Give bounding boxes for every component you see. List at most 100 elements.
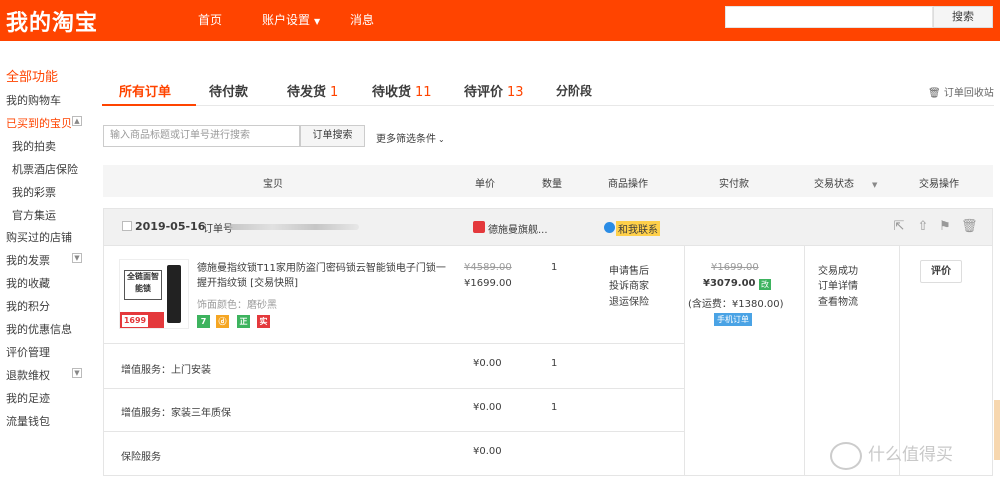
expand-icon[interactable]: ▼: [72, 368, 82, 378]
thumbnail-price: 1699: [122, 315, 148, 327]
apply-after-sale-link[interactable]: 申请售后: [609, 262, 649, 277]
row-divider: [104, 431, 684, 432]
view-logistics-link[interactable]: 查看物流: [818, 293, 858, 308]
delete-icon[interactable]: 🗑: [961, 219, 978, 235]
share-icon[interactable]: ⇱: [891, 219, 907, 235]
scrollbar[interactable]: [994, 400, 1000, 460]
unit-price: ¥1699.00: [464, 278, 512, 289]
shop-name-link[interactable]: 德施曼旗舰...: [488, 221, 548, 236]
service-price: ¥0.00: [473, 402, 502, 413]
more-filters-label: 更多筛选条件: [376, 134, 436, 145]
lock-image: [167, 265, 181, 323]
col-paid: 实付款: [719, 179, 749, 190]
sidebar-item-invoice[interactable]: 我的发票: [6, 252, 50, 268]
quantity: 1: [551, 262, 558, 273]
nav-account-settings[interactable]: 账户设置 ▼: [262, 11, 320, 28]
trash-icon: 🗑: [928, 88, 941, 99]
col-status[interactable]: 交易状态 ▼: [814, 175, 877, 190]
sidebar-title[interactable]: 全部功能: [6, 66, 58, 85]
expand-icon[interactable]: ▼: [72, 253, 82, 263]
upload-icon[interactable]: ⇧: [915, 219, 931, 235]
contact-seller-button[interactable]: 和我联系: [616, 221, 660, 236]
sidebar-item-bought[interactable]: 已买到的宝贝: [6, 115, 72, 131]
sidebar-item-coupons[interactable]: 我的优惠信息: [6, 321, 72, 337]
order-detail-link[interactable]: 订单详情: [818, 277, 858, 292]
product-thumbnail[interactable]: 全链面智能锁 1699: [119, 259, 189, 329]
seven-day-return-icon[interactable]: 7: [197, 315, 210, 328]
nav-home[interactable]: 首页: [198, 11, 222, 28]
caret-down-icon: ▼: [872, 181, 878, 189]
divider: [804, 246, 805, 475]
payment-total: ¥3079.00: [703, 278, 756, 289]
sidebar-item-reviews[interactable]: 评价管理: [6, 344, 50, 360]
logo[interactable]: 我的淘宝: [6, 5, 98, 37]
chevron-down-icon: ⌄: [438, 135, 445, 144]
tab-all-orders[interactable]: 所有订单: [102, 78, 196, 106]
tab-count: 11: [415, 85, 432, 100]
search-input[interactable]: [725, 6, 933, 28]
tab-label: 待付款: [209, 85, 249, 100]
chat-icon: [604, 222, 615, 233]
watermark-logo-icon: [830, 442, 862, 470]
order-header: 2019-05-16 订单号 德施曼旗舰... 和我联系 ⇱ ⇧ ⚑ 🗑: [104, 209, 992, 246]
sidebar-item-data-wallet[interactable]: 流量钱包: [6, 413, 50, 429]
sidebar-item-refunds[interactable]: 退款维权: [6, 367, 50, 383]
tab-label: 所有订单: [119, 85, 172, 100]
sidebar-item-points[interactable]: 我的积分: [6, 298, 50, 314]
tab-label: 待收货: [372, 85, 412, 100]
sidebar-item-cart[interactable]: 我的购物车: [6, 92, 61, 108]
review-button[interactable]: 评价: [920, 260, 962, 283]
order-checkbox[interactable]: [122, 221, 132, 231]
service-quantity: 1: [551, 358, 558, 369]
recycle-bin-link[interactable]: 🗑 订单回收站: [928, 84, 994, 99]
tab-to-receive[interactable]: 待收货 11: [372, 78, 432, 106]
sidebar-item-favorites[interactable]: 我的收藏: [6, 275, 50, 291]
tab-count: 1: [330, 85, 339, 100]
delivery-icon[interactable]: ⓓ: [216, 315, 229, 328]
collapse-icon[interactable]: ▲: [72, 116, 82, 126]
service-name: 增值服务：家装三年质保: [121, 408, 231, 419]
order-card: 2019-05-16 订单号 德施曼旗舰... 和我联系 ⇱ ⇧ ⚑ 🗑 全链面…: [103, 208, 993, 476]
order-search-input[interactable]: 输入商品标题或订单号进行搜索: [103, 125, 300, 147]
service-quantity: 1: [551, 402, 558, 413]
watermark-text: 什么值得买: [868, 445, 953, 465]
order-tabs: 所有订单 待付款 待发货 1 待收货 11 待评价 13 分阶段: [102, 78, 994, 106]
sidebar-item-auction[interactable]: 我的拍卖: [12, 138, 56, 154]
tab-to-pay[interactable]: 待付款: [209, 78, 248, 106]
genuine-icon[interactable]: 正: [237, 315, 250, 328]
original-price: ¥4589.00: [464, 262, 512, 273]
row-divider: [104, 388, 684, 389]
table-header: 宝贝 单价 数量 商品操作 实付款 交易状态 ▼ 交易操作: [103, 165, 993, 197]
service-name: 保险服务: [121, 452, 161, 463]
sidebar-item-shipping[interactable]: 官方集运: [12, 207, 56, 223]
row-divider: [104, 343, 684, 344]
col-item: 宝贝: [263, 179, 283, 190]
tab-to-review[interactable]: 待评价 13: [464, 78, 524, 106]
flag-icon[interactable]: ⚑: [937, 219, 953, 235]
sidebar-item-shops[interactable]: 购买过的店铺: [6, 229, 72, 245]
service-price: ¥0.00: [473, 358, 502, 369]
sidebar-item-lottery[interactable]: 我的彩票: [12, 184, 56, 200]
tab-to-ship[interactable]: 待发货 1: [287, 78, 338, 106]
order-number-redacted: [229, 224, 359, 230]
trade-status: 交易成功: [818, 266, 858, 277]
tab-label: 待评价: [464, 85, 504, 100]
service-name: 增值服务：上门安装: [121, 365, 211, 376]
phone-order-tag: 手机订单: [714, 313, 752, 326]
sidebar-item-footprints[interactable]: 我的足迹: [6, 390, 50, 406]
search-button[interactable]: 搜索: [933, 6, 993, 28]
tab-phased[interactable]: 分阶段: [556, 78, 592, 106]
nav-account-settings-label: 账户设置: [262, 13, 311, 27]
col-quantity: 数量: [542, 179, 562, 190]
col-item-actions: 商品操作: [608, 179, 648, 190]
verified-icon[interactable]: 实: [257, 315, 270, 328]
shop-icon: [473, 221, 485, 233]
product-title-link[interactable]: 德施曼指纹锁T11家用防盗门密码锁云智能锁电子门锁一握开指纹锁 [交易快照]: [197, 261, 452, 291]
sidebar-item-travel[interactable]: 机票酒店保险: [12, 161, 78, 177]
nav-messages[interactable]: 消息: [350, 11, 374, 28]
order-search-button[interactable]: 订单搜索: [300, 125, 365, 147]
more-filters-toggle[interactable]: 更多筛选条件 ⌄: [376, 130, 445, 145]
order-date: 2019-05-16: [135, 220, 206, 233]
complain-seller-link[interactable]: 投诉商家: [609, 277, 649, 292]
return-insurance-link[interactable]: 退运保险: [609, 293, 649, 308]
